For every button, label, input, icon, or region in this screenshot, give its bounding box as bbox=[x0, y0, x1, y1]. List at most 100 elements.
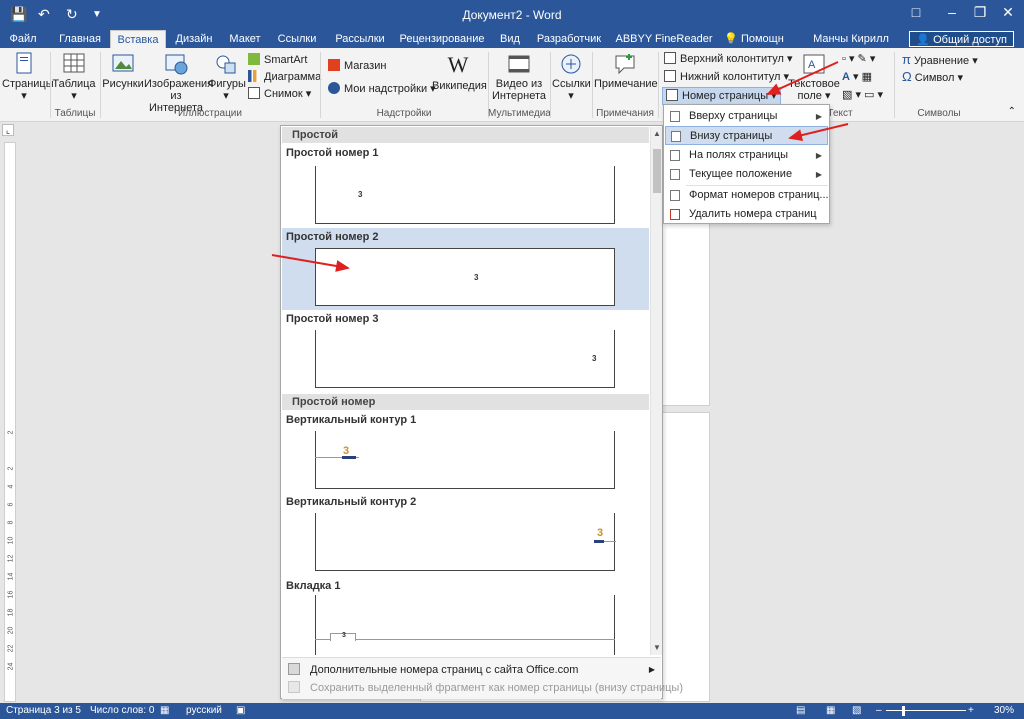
gallery-scrollbar[interactable]: ▲ ▼ bbox=[650, 127, 662, 655]
zoom-level[interactable]: 30% bbox=[994, 703, 1014, 719]
menu-item-page-margins[interactable]: На полях страницы ▶ bbox=[665, 146, 828, 165]
smartart-button[interactable]: SmartArt bbox=[248, 52, 307, 68]
share-button[interactable]: 👤 Общий доступ bbox=[909, 31, 1014, 47]
zoom-slider[interactable] bbox=[886, 710, 966, 711]
pictures-button[interactable]: Рисунки bbox=[102, 52, 144, 90]
menu-item-label: На полях страницы bbox=[689, 149, 789, 161]
close-icon[interactable]: ✕ bbox=[990, 4, 1024, 21]
gallery-item-vertical-2[interactable]: Вертикальный контур 2 3 bbox=[282, 493, 649, 577]
gallery-item-simple-3[interactable]: Простой номер 3 3 bbox=[282, 310, 649, 394]
tab-design[interactable]: Дизайн bbox=[170, 30, 218, 48]
contour-bar bbox=[594, 540, 604, 543]
tab-view[interactable]: Вид bbox=[492, 30, 528, 48]
gallery-item-simple-1[interactable]: Простой номер 1 3 bbox=[282, 144, 649, 228]
page-number-preview: 3 bbox=[474, 273, 479, 282]
menu-item-top-of-page[interactable]: Вверху страницы ▶ bbox=[665, 107, 828, 126]
textbox-icon: A bbox=[803, 54, 825, 74]
online-pictures-button[interactable]: Изображения из Интернета bbox=[144, 52, 213, 114]
zoom-slider-thumb[interactable] bbox=[902, 706, 905, 716]
status-bar: Страница 3 из 5 Число слов: 0 ▦ русский … bbox=[0, 703, 1024, 719]
scroll-thumb[interactable] bbox=[653, 149, 661, 193]
menu-item-format-page-numbers[interactable]: Формат номеров страниц... bbox=[665, 186, 829, 205]
footer-button[interactable]: Нижний колонтитул ▾ bbox=[664, 69, 789, 85]
gallery-item-label: Вертикальный контур 1 bbox=[286, 414, 417, 426]
macro-icon[interactable]: ▣ bbox=[236, 703, 245, 719]
gallery-item-label: Вкладка 1 bbox=[286, 580, 341, 592]
language-status[interactable]: русский bbox=[186, 703, 222, 719]
links-button[interactable]: Ссылки ▾ bbox=[552, 52, 591, 102]
gallery-thumbnail: 3 bbox=[315, 513, 616, 571]
store-label: Магазин bbox=[344, 60, 387, 72]
scroll-down-icon[interactable]: ▼ bbox=[651, 643, 663, 652]
page-count-status[interactable]: Страница 3 из 5 bbox=[6, 703, 81, 719]
textbox-button[interactable]: A Текстовое поле ▾ bbox=[784, 52, 844, 102]
gallery-item-vertical-1[interactable]: Вертикальный контур 1 3 bbox=[282, 411, 649, 493]
more-page-numbers-label: Дополнительные номера страниц с сайта Of… bbox=[310, 664, 579, 676]
header-icon bbox=[664, 52, 676, 64]
page-number-gallery: Простой Простой номер 1 3 Простой номер … bbox=[280, 125, 683, 699]
quick-parts-button[interactable]: ▫ ▾ ✎ ▾ bbox=[842, 51, 875, 67]
word-count-status[interactable]: Число слов: 0 bbox=[90, 703, 154, 719]
zoom-in-icon[interactable]: + bbox=[968, 703, 974, 719]
header-button[interactable]: Верхний колонтитул ▾ bbox=[664, 51, 793, 67]
group-separator bbox=[550, 52, 551, 118]
tab-references[interactable]: Ссылки bbox=[272, 30, 322, 48]
page-number-button[interactable]: Номер страницы ▾ bbox=[662, 87, 781, 105]
menu-item-label: Внизу страницы bbox=[690, 130, 773, 142]
screenshot-button[interactable]: Снимок ▾ bbox=[248, 86, 311, 102]
page-top-icon bbox=[670, 111, 680, 122]
table-icon bbox=[63, 53, 85, 73]
shapes-label: Фигуры bbox=[208, 78, 246, 90]
tab-abbyy[interactable]: ABBYY FineReader 12 bbox=[612, 30, 716, 63]
tab-developer[interactable]: Разработчик bbox=[532, 30, 606, 48]
more-page-numbers-item[interactable]: Дополнительные номера страниц с сайта Of… bbox=[288, 661, 578, 679]
dropcap-button[interactable]: ▧ ▾ ▭ ▾ bbox=[842, 87, 883, 103]
vertical-ruler: 2 2 4 6 8 10 12 14 16 18 20 22 24 bbox=[4, 142, 16, 702]
comment-button[interactable]: Примечание bbox=[594, 52, 658, 90]
tab-review[interactable]: Рецензирование bbox=[398, 30, 486, 48]
menu-item-bottom-of-page[interactable]: Внизу страницы bbox=[665, 126, 828, 145]
menu-item-remove-page-numbers[interactable]: Удалить номера страниц bbox=[665, 205, 828, 224]
user-account[interactable]: Манчы Кирилл Александр... bbox=[786, 30, 916, 63]
help-label: Помощн bbox=[740, 33, 784, 45]
tab-home[interactable]: Главная bbox=[52, 30, 108, 48]
my-addins-button[interactable]: Мои надстройки ▾ bbox=[328, 81, 436, 97]
gallery-item-tab-1[interactable]: Вкладка 1 3 bbox=[282, 577, 649, 655]
online-video-button[interactable]: Видео из Интернета bbox=[490, 52, 548, 102]
web-layout-icon[interactable]: ▧ bbox=[852, 703, 861, 719]
pages-button[interactable]: Страницы ▾ bbox=[2, 52, 54, 102]
zoom-out-icon[interactable]: – bbox=[876, 703, 882, 719]
tab-mailings[interactable]: Рассылки bbox=[328, 30, 392, 48]
wordart-button[interactable]: A ▾ ▦ bbox=[842, 69, 872, 85]
ribbon-display-icon[interactable]: □ bbox=[898, 4, 934, 20]
menu-item-current-position[interactable]: Текущее положение ▶ bbox=[665, 165, 828, 184]
print-layout-icon[interactable]: ▦ bbox=[826, 703, 835, 719]
chevron-right-icon: ▶ bbox=[815, 170, 822, 179]
scroll-up-icon[interactable]: ▲ bbox=[651, 129, 663, 138]
gallery-item-label: Вертикальный контур 2 bbox=[286, 496, 417, 508]
page-number-label: Номер страницы bbox=[682, 90, 769, 102]
symbol-button[interactable]: Ω Символ ▾ bbox=[902, 69, 963, 86]
read-mode-icon[interactable]: ▤ bbox=[796, 703, 805, 719]
tab-selector[interactable]: ⌞ bbox=[2, 124, 14, 136]
proofing-icon[interactable]: ▦ bbox=[160, 703, 169, 719]
gallery-section-header: Простой bbox=[282, 127, 649, 143]
collapse-ribbon-icon[interactable]: ⌃ bbox=[1008, 106, 1016, 117]
ruler-number: 16 bbox=[7, 590, 15, 599]
table-button[interactable]: Таблица ▾ bbox=[52, 52, 96, 102]
shapes-button[interactable]: Фигуры ▾ bbox=[208, 52, 246, 102]
header-label: Верхний колонтитул bbox=[680, 53, 784, 65]
gallery-item-simple-2[interactable]: Простой номер 2 3 bbox=[282, 228, 649, 310]
tell-me[interactable]: 💡 Помощн bbox=[724, 30, 784, 48]
store-icon bbox=[328, 59, 340, 71]
group-tables-label: Таблицы bbox=[54, 108, 96, 119]
tab-layout[interactable]: Макет bbox=[222, 30, 268, 48]
tab-file[interactable]: Файл bbox=[0, 30, 46, 48]
save-gallery-icon bbox=[288, 681, 300, 693]
store-button[interactable]: Магазин bbox=[328, 58, 386, 74]
tab-insert[interactable]: Вставка bbox=[110, 30, 166, 48]
wikipedia-button[interactable]: W Википедия bbox=[432, 52, 487, 92]
chart-button[interactable]: Диаграмма bbox=[248, 69, 321, 85]
equation-button[interactable]: π Уравнение ▾ bbox=[902, 52, 978, 69]
group-media-label: Мультимедиа bbox=[488, 108, 551, 119]
